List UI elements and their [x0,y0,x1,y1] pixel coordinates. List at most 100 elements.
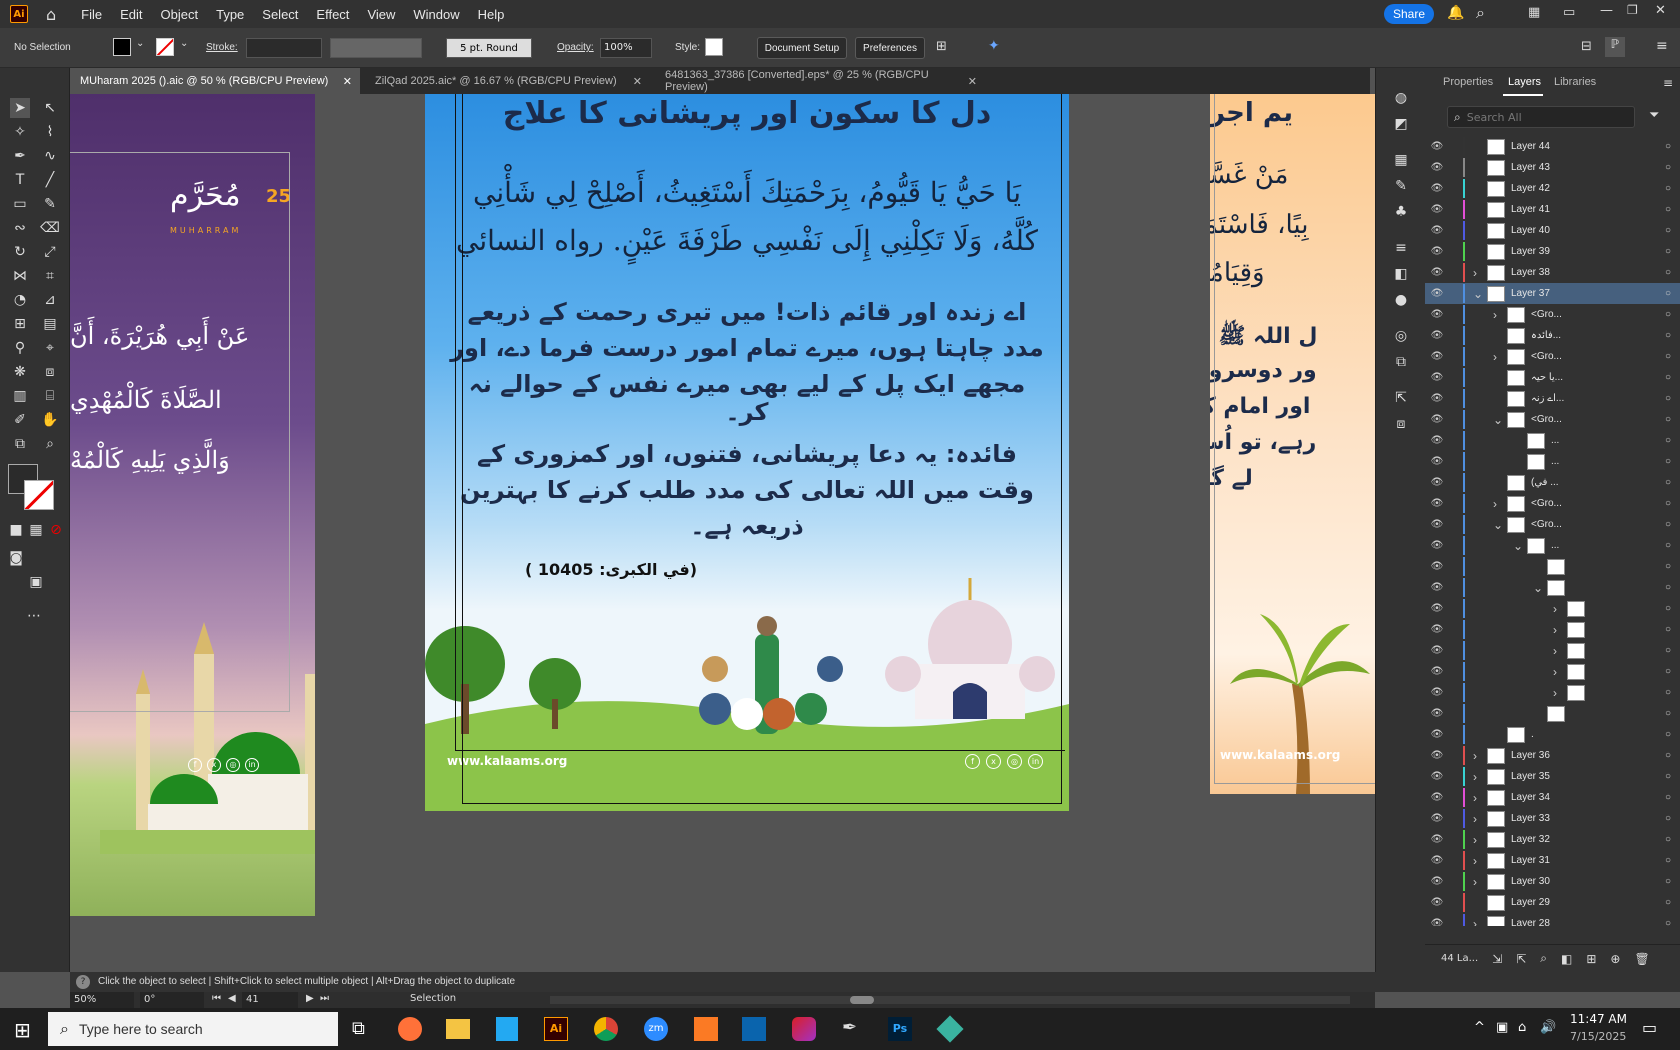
expand-toggle-icon[interactable]: › [1553,602,1567,616]
scroll-thumb[interactable] [850,996,874,1004]
tab-libraries[interactable]: Libraries [1554,76,1596,88]
expand-toggle-icon[interactable]: › [1473,854,1487,868]
layer-row[interactable]: 👁 › ○ [1425,619,1680,640]
appearance-panel-icon[interactable]: ● [1391,290,1411,310]
home-icon[interactable]: ⌂ [46,5,56,24]
target-circle-icon[interactable]: ○ [1656,246,1680,257]
target-circle-icon[interactable]: ○ [1656,918,1680,926]
export-panel-icon[interactable]: ⇱ [1391,388,1411,408]
layer-row[interactable]: 👁 › Layer 31 ○ [1425,850,1680,871]
rectangle-icon[interactable]: ▭ [10,194,30,214]
visibility-eye-icon[interactable]: 👁 [1425,666,1449,677]
outlook-icon[interactable] [742,1017,766,1041]
layer-row[interactable]: 👁 Layer 39 ○ [1425,241,1680,262]
target-circle-icon[interactable]: ○ [1656,414,1680,425]
expand-toggle-icon[interactable]: ⌄ [1513,539,1527,553]
layer-row[interactable]: 👁 Layer 29 ○ [1425,892,1680,913]
lasso-icon[interactable]: ⌇ [40,122,60,142]
expand-toggle-icon[interactable]: › [1473,749,1487,763]
visibility-eye-icon[interactable]: 👁 [1425,519,1449,530]
target-circle-icon[interactable]: ○ [1656,456,1680,467]
target-circle-icon[interactable]: ○ [1656,771,1680,782]
layer-row[interactable]: 👁 › ○ [1425,598,1680,619]
eraser-icon[interactable]: ⌫ [40,218,60,238]
layer-row[interactable]: 👁 Layer 41 ○ [1425,199,1680,220]
visibility-eye-icon[interactable]: 👁 [1425,603,1449,614]
draw-mode-icon[interactable]: ◙ [6,548,26,568]
layer-row[interactable]: 👁 ○ [1425,556,1680,577]
perspective-icon[interactable]: ⊿ [40,290,60,310]
visibility-eye-icon[interactable]: 👁 [1425,729,1449,740]
layer-row[interactable]: 👁 › Layer 38 ○ [1425,262,1680,283]
expand-toggle-icon[interactable]: › [1473,770,1487,784]
vscode-icon[interactable] [496,1017,518,1041]
first-artboard-icon[interactable]: ⏮ [212,993,221,1004]
menu-edit[interactable]: Edit [111,7,151,22]
layer-row[interactable]: 👁 › ○ [1425,682,1680,703]
stroke-swatch[interactable] [156,38,174,56]
target-circle-icon[interactable]: ○ [1656,729,1680,740]
layer-row[interactable]: 👁 Layer 40 ○ [1425,220,1680,241]
layer-row[interactable]: 👁 › <Gro... ○ [1425,493,1680,514]
expand-toggle-icon[interactable]: › [1493,497,1507,511]
target-circle-icon[interactable]: ○ [1656,288,1680,299]
document-setup-button[interactable]: Document Setup [757,37,847,59]
stroke-weight-input[interactable] [246,38,322,58]
style-swatch[interactable] [705,38,723,56]
rotation-input[interactable]: 0° [140,992,204,1008]
layer-row[interactable]: 👁... ○ [1425,451,1680,472]
visibility-eye-icon[interactable]: 👁 [1425,540,1449,551]
tab-close-icon[interactable]: ✕ [633,75,642,88]
visibility-eye-icon[interactable]: 👁 [1425,708,1449,719]
transform-panel-icon[interactable]: ⧉ [1391,352,1411,372]
expand-toggle-icon[interactable]: › [1553,623,1567,637]
target-circle-icon[interactable]: ○ [1656,750,1680,761]
visibility-eye-icon[interactable]: 👁 [1425,309,1449,320]
canvas[interactable]: مُحَرَّم 25 MUHARRAM عَنْ أَبِي هُرَيْرَ… [70,94,1375,970]
hand-icon[interactable]: ✋ [40,410,60,430]
visibility-eye-icon[interactable]: 👁 [1425,435,1449,446]
menu-select[interactable]: Select [253,7,307,22]
visibility-eye-icon[interactable]: 👁 [1425,561,1449,572]
curvature-icon[interactable]: ∿ [40,146,60,166]
expand-toggle-icon[interactable]: › [1473,917,1487,927]
zoom-icon[interactable]: ⌕ [40,434,60,454]
chrome-icon[interactable] [594,1017,618,1041]
stroke-color-indicator[interactable] [24,480,54,510]
panel-menu-icon[interactable]: ≡ [1663,76,1673,90]
close-icon[interactable]: ✕ [1655,3,1666,18]
layer-row[interactable]: 👁 › <Gro... ○ [1425,304,1680,325]
layer-row[interactable]: 👁 Layer 42 ○ [1425,178,1680,199]
target-circle-icon[interactable]: ○ [1656,372,1680,383]
target-circle-icon[interactable]: ○ [1656,855,1680,866]
expand-toggle-icon[interactable]: › [1473,875,1487,889]
tab-close-icon[interactable]: ✕ [343,75,352,88]
visibility-eye-icon[interactable]: 👁 [1425,687,1449,698]
volume-icon[interactable]: 🔊 [1540,1020,1556,1035]
visibility-eye-icon[interactable]: 👁 [1425,393,1449,404]
clock-time[interactable]: 11:47 AM [1570,1012,1627,1026]
chevron-down-icon[interactable]: ⌄ [136,38,144,49]
artboard-number-input[interactable]: 41 [242,992,298,1008]
align-panel-icon[interactable]: ◎ [1391,326,1411,346]
visibility-eye-icon[interactable]: 👁 [1425,330,1449,341]
collect-export-icon[interactable]: ⇲ [1492,952,1502,966]
color-mode-icon[interactable]: ■ [6,520,26,540]
windows-start-icon[interactable]: ⊞ [14,1018,31,1042]
visibility-eye-icon[interactable]: 👁 [1425,456,1449,467]
expand-toggle-icon[interactable]: › [1473,812,1487,826]
target-circle-icon[interactable]: ○ [1656,834,1680,845]
pen-icon[interactable]: ✒ [10,146,30,166]
menu-view[interactable]: View [358,7,404,22]
rotate-icon[interactable]: ↻ [10,242,30,262]
line-icon[interactable]: ╱ [40,170,60,190]
tab-zilqad[interactable]: ZilQad 2025.aic* @ 16.67 % (RGB/CPU Prev… [365,68,650,94]
eyedropper-alt-icon[interactable]: ✐ [10,410,30,430]
layer-row[interactable]: 👁 Layer 43 ○ [1425,157,1680,178]
measure-icon[interactable]: ⌖ [40,338,60,358]
tray-icon[interactable]: ▣ [1496,1020,1508,1035]
layer-row[interactable]: 👁 (في ... ○ [1425,472,1680,493]
gradient-panel-icon[interactable]: ◩ [1391,114,1411,134]
target-circle-icon[interactable]: ○ [1656,351,1680,362]
notification-icon[interactable]: ▭ [1642,1018,1657,1037]
